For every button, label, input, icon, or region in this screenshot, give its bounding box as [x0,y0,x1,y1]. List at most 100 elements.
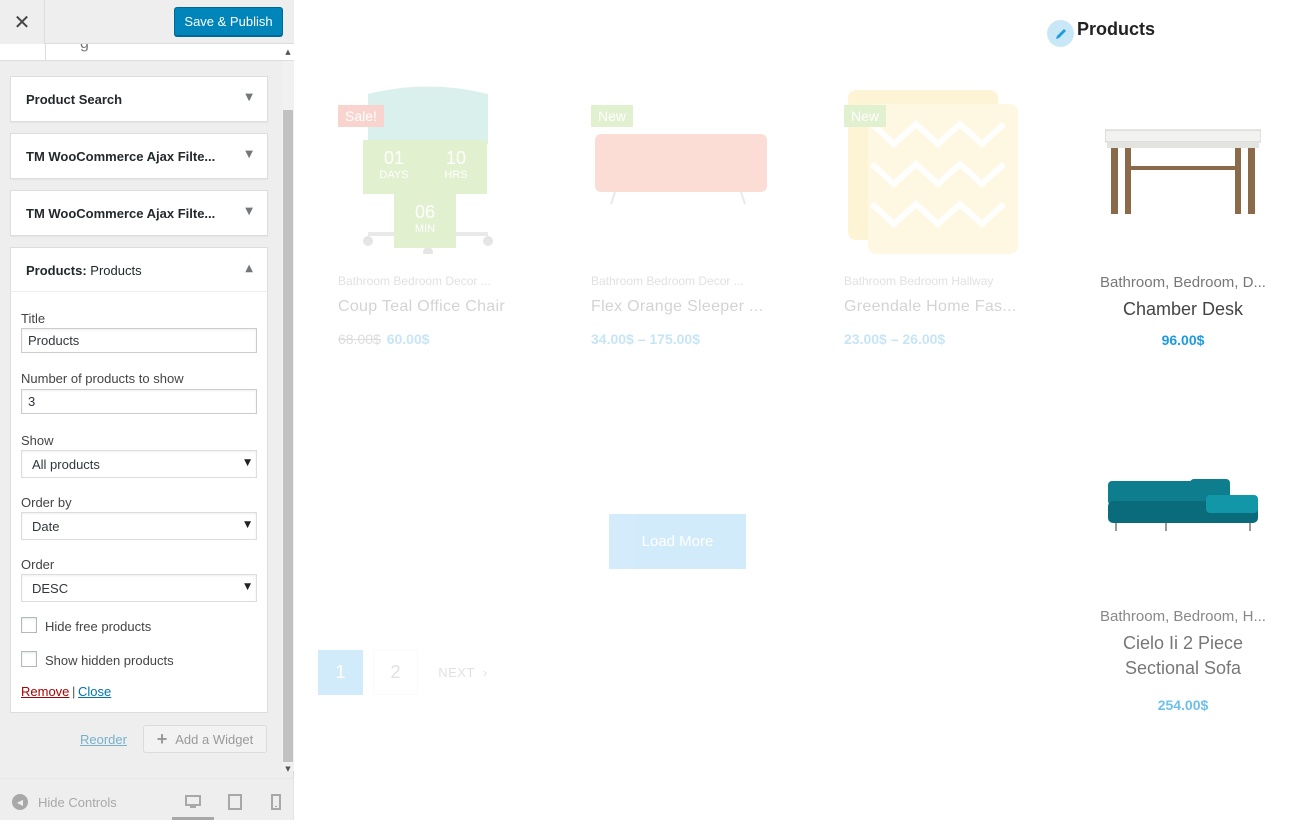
dropdown-arrow-icon: ▼ [244,520,251,530]
product-categories[interactable]: Bathroom Bedroom Decor ... [591,274,766,288]
side-product-item[interactable]: Bathroom, Bedroom, H... Cielo Ii 2 Piece… [1090,608,1276,713]
show-hidden-checkbox[interactable] [21,651,37,667]
number-input[interactable] [21,389,257,414]
countdown-number: 10 [445,148,467,168]
expand-arrow-icon[interactable]: ▼ [245,206,253,217]
current-price: 34.00$ – 175.00$ [591,331,700,347]
customizer-header: ✕ Save & Publish [0,0,294,44]
section-title-partial: g [80,44,89,53]
tablet-preview-icon[interactable] [227,794,243,810]
chamber-desk-image[interactable] [1105,128,1261,218]
new-badge: New [591,105,634,127]
close-widget-link[interactable]: Close [78,684,111,699]
load-more-button[interactable]: Load More [609,514,746,569]
countdown-unit: MIN [414,223,436,235]
product-price: 23.00$ – 26.00$ [844,331,945,347]
show-label: Show [21,433,54,448]
number-label: Number of products to show [21,371,184,386]
title-input[interactable] [21,328,257,353]
widget-products-header[interactable]: Products: Products ▲ [11,248,267,292]
orderby-select[interactable]: Date ▼ [21,512,257,540]
dropdown-arrow-icon: ▼ [244,582,251,592]
widget-product-search[interactable]: Product Search ▼ [10,76,268,122]
expand-arrow-icon[interactable]: ▼ [245,149,253,160]
back-divider [45,44,46,60]
product-name[interactable]: Greendale Home Fas... [844,298,1019,316]
product-name[interactable]: Flex Orange Sleeper ... [591,298,766,316]
product-categories[interactable]: Bathroom Bedroom Decor ... [338,274,513,288]
order-select-value: DESC [32,581,69,596]
widget-type: Products: [26,263,87,278]
countdown-number: 01 [383,148,405,168]
close-customizer-button[interactable]: ✕ [0,0,45,44]
chevron-right-icon: › [482,665,488,680]
scroll-up-arrow[interactable]: ▲ [283,47,293,57]
next-page-button[interactable]: NEXT › [433,650,493,695]
countdown-unit: DAYS [379,169,409,181]
show-select[interactable]: All products ▼ [21,450,257,478]
pencil-icon [1055,28,1066,39]
new-badge: New [844,105,887,127]
widget-instance-title: Products [86,263,142,278]
product-price: 96.00$ [1161,332,1205,348]
countdown-timer: 01 DAYS 10 HRS 06 MIN [363,140,487,248]
sectional-sofa-image[interactable] [1106,475,1260,535]
add-widget-label: Add a Widget [175,731,254,747]
page-2-button[interactable]: 2 [373,650,418,695]
section-header-clipped: g [0,44,294,61]
hide-controls-label: Hide Controls [38,794,117,810]
current-price: 23.00$ – 26.00$ [844,331,946,347]
order-select[interactable]: DESC ▼ [21,574,257,602]
product-categories[interactable]: Bathroom, Bedroom, H... [1090,608,1276,625]
countdown-number: 06 [414,202,436,222]
scroll-down-arrow[interactable]: ▼ [283,764,293,774]
product-name[interactable]: Cielo Ii 2 Piece Sectional Sofa [1090,631,1276,681]
old-price: 68.00$ [338,331,381,347]
product-categories[interactable]: Bathroom Bedroom Hallway [844,274,1019,288]
side-product-item[interactable]: Bathroom, Bedroom, D... Chamber Desk 96.… [1090,274,1276,348]
countdown-unit: HRS [444,169,468,181]
hide-free-checkbox[interactable] [21,617,37,633]
widget-ajax-filter-1[interactable]: TM WooCommerce Ajax Filte... ▼ [10,133,268,179]
product-card[interactable]: New Bathroom Bedroom Hallway Greendale H… [804,84,1057,430]
mobile-preview-icon[interactable] [268,794,284,810]
page-1-button[interactable]: 1 [318,650,363,695]
product-name[interactable]: Coup Teal Office Chair [338,298,513,316]
order-label: Order [21,557,55,572]
sale-badge: Sale! [338,105,384,127]
scrollbar-thumb[interactable] [283,110,293,762]
widget-title: TM WooCommerce Ajax Filte... [26,149,216,164]
widget-title: TM WooCommerce Ajax Filte... [26,206,216,221]
widget-title: Products: Products [26,263,142,278]
widget-title: Product Search [26,92,123,107]
countdown-hours: 10 HRS [425,140,487,194]
orderby-label: Order by [21,495,72,510]
collapse-arrow-icon[interactable]: ▲ [245,263,253,274]
add-widget-button[interactable]: + Add a Widget [143,725,267,753]
reorder-link[interactable]: Reorder [80,732,127,747]
save-publish-button[interactable]: Save & Publish [174,7,283,36]
product-categories[interactable]: Bathroom, Bedroom, D... [1090,274,1276,291]
dropdown-arrow-icon: ▼ [244,458,251,468]
customizer-sidebar: ✕ Save & Publish g ▲ ▼ Product Search ▼ … [0,0,294,820]
widget-heading: Products [1077,19,1156,39]
show-select-value: All products [32,457,100,472]
current-price: 60.00$ [386,331,430,347]
edit-shortcut-button[interactable] [1047,20,1074,47]
next-label: NEXT [438,665,475,680]
show-hidden-label[interactable]: Show hidden products [45,653,174,668]
remove-widget-link[interactable]: Remove [21,684,69,699]
product-card[interactable]: New Bathroom Bedroom Decor ... Flex Oran… [551,84,804,430]
desktop-preview-icon[interactable] [185,794,201,810]
countdown-days: 01 DAYS [363,140,425,194]
product-name[interactable]: Chamber Desk [1090,297,1276,322]
product-card[interactable]: Sale! 01 DAYS 10 HRS 06 MIN Bathroom Bedroo… [298,84,551,430]
link-separator: | [72,684,76,699]
title-label: Title [21,311,46,326]
widget-ajax-filter-2[interactable]: TM WooCommerce Ajax Filte... ▼ [10,190,268,236]
customizer-footer: ◀ Hide Controls [0,778,294,820]
product-price: 254.00$ [1157,697,1209,713]
hide-controls-button[interactable]: ◀ Hide Controls [12,794,117,810]
hide-free-label[interactable]: Hide free products [45,619,151,634]
expand-arrow-icon[interactable]: ▼ [245,92,253,103]
